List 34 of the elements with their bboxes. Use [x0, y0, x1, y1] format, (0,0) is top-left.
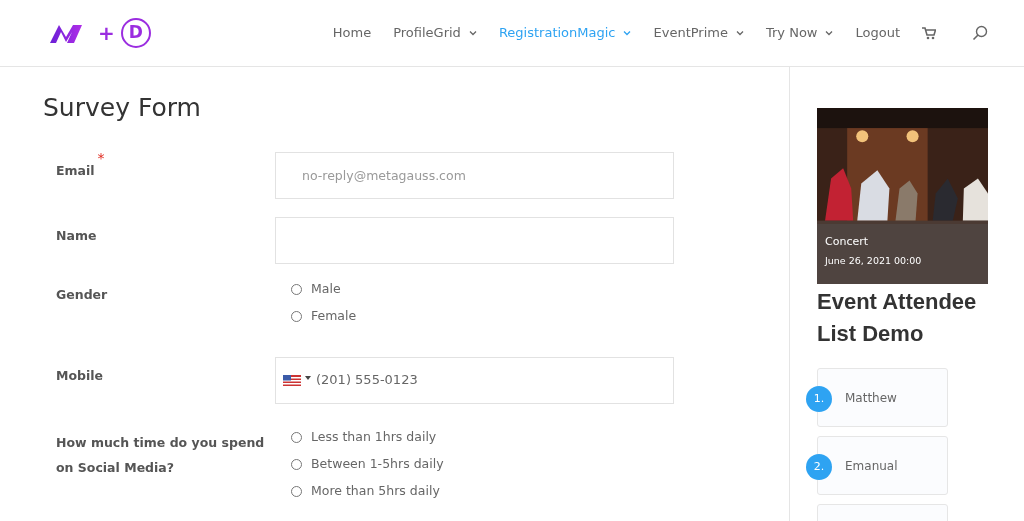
field-label: Name [56, 227, 97, 243]
attendee-name: Matthew [845, 389, 897, 407]
text-input[interactable] [275, 216, 674, 264]
sidebar-heading: Event Attendee List Demo [817, 288, 978, 348]
field-label: How much time do you spend on Social Media? [56, 434, 265, 475]
field-label: Email [56, 162, 95, 178]
nav-link[interactable]: EventPrime [653, 23, 744, 43]
logo-badge: D [120, 18, 151, 48]
phone-input[interactable]: (201) 555-0123 [275, 356, 674, 404]
text-input[interactable]: no-reply@metagauss.com [275, 151, 674, 199]
number-badge: 1. [806, 386, 832, 412]
radio-label: Less than 1hrs daily [311, 427, 437, 446]
flag-icon[interactable] [283, 374, 301, 386]
field-label: Mobile [56, 367, 104, 383]
nav-link[interactable]: Logout [855, 23, 900, 43]
radio-label: Between 1-5hrs daily [311, 454, 444, 473]
nav-link[interactable]: Home [332, 23, 372, 43]
search-icon[interactable] [972, 25, 988, 41]
caret-icon[interactable] [305, 376, 311, 380]
number-badge: 2. [806, 454, 832, 480]
event-name: Concert [825, 234, 870, 250]
nav-link[interactable]: Try Now [765, 23, 834, 43]
event-date: June 26, 2021 00:00 [825, 254, 922, 268]
logo-plus: + [98, 20, 115, 47]
radio-label: Female [311, 306, 357, 325]
cart-icon[interactable] [922, 26, 936, 40]
attendee-name: Emanual [845, 457, 898, 475]
required-mark: * [97, 148, 105, 168]
field-label: Gender [56, 286, 108, 302]
nav-link[interactable]: ProfileGrid [393, 23, 477, 43]
page-title: Survey Form [43, 92, 202, 124]
radio-label: More than 5hrs daily [311, 481, 440, 500]
radio-label: Male [311, 279, 341, 298]
phone-field[interactable]: (201) 555-0123 [316, 370, 666, 390]
